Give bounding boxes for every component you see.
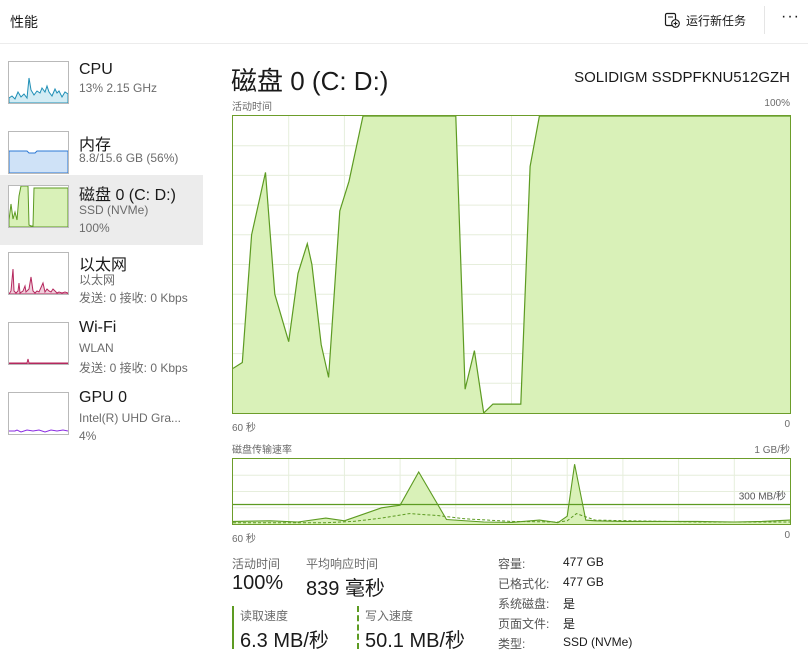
sidebar-item-wifi[interactable]: Wi-Fi WLAN 发送: 0 接收: 0 Kbps [0, 315, 203, 385]
active-time-label: 活动时间 [232, 557, 281, 571]
transfer-x-left: 60 秒 [232, 534, 256, 545]
run-new-task-button[interactable]: 运行新任务 [664, 10, 746, 30]
ethernet-thumbnail-graph [8, 252, 69, 295]
capacity-value: 477 GB [563, 555, 604, 569]
disk-title: 磁盘 0 (C: D:) [231, 66, 389, 96]
sidebar-item-cpu[interactable]: CPU 13% 2.15 GHz [0, 45, 203, 115]
disk-model: SOLIDIGM SSDPFKNU512GZH [574, 69, 790, 86]
gpu-model: Intel(R) UHD Gra... [79, 411, 182, 425]
sidebar-item-label: 磁盘 0 (C: D:) [79, 187, 176, 204]
wifi-adapter: WLAN [79, 341, 114, 355]
formatted-value: 477 GB [563, 575, 604, 589]
active-time-value: 100% [232, 572, 284, 594]
type-label: 类型: [498, 637, 526, 651]
write-speed-label: 写入速度 [365, 609, 414, 623]
more-options-icon[interactable]: ··· [781, 8, 800, 26]
sidebar-item-label: Wi-Fi [79, 319, 117, 336]
transfer-reference-label: 300 MB/秒 [739, 490, 786, 503]
gpu-usage: 4% [79, 429, 97, 443]
activity-chart-label: 活动时间 [232, 102, 272, 113]
ethernet-throughput: 发送: 0 接收: 0 Kbps [79, 291, 188, 305]
transfer-chart-label: 磁盘传输速率 [232, 445, 292, 456]
sidebar-item-label: GPU 0 [79, 389, 128, 406]
avg-response-label: 平均响应时间 [306, 557, 379, 571]
ethernet-adapter: 以太网 [79, 273, 116, 287]
write-speed-indicator [357, 606, 359, 649]
gpu-thumbnail-graph [8, 392, 69, 435]
memory-usage-summary: 8.8/15.6 GB (56%) [79, 151, 179, 165]
transfer-rate-chart: 300 MB/秒 [232, 458, 791, 525]
activity-x-right: 0 [784, 419, 790, 430]
disk-thumbnail-graph [8, 185, 69, 228]
system-disk-value: 是 [563, 597, 576, 611]
cpu-thumbnail-graph [8, 61, 69, 104]
formatted-label: 已格式化: [498, 577, 550, 591]
transfer-chart-max: 1 GB/秒 [754, 445, 790, 456]
cpu-usage-summary: 13% 2.15 GHz [79, 81, 158, 95]
read-speed-value: 6.3 MB/秒 [240, 630, 329, 652]
disk-usage: 100% [79, 221, 110, 235]
disk-type: SSD (NVMe) [79, 203, 149, 217]
type-value: SSD (NVMe) [563, 635, 633, 649]
sidebar-item-gpu-0[interactable]: GPU 0 Intel(R) UHD Gra... 4% [0, 385, 203, 455]
page-file-label: 页面文件: [498, 617, 550, 631]
wifi-thumbnail-graph [8, 322, 69, 365]
sidebar-item-label: CPU [79, 61, 113, 78]
transfer-x-right: 0 [784, 530, 790, 541]
activity-x-left: 60 秒 [232, 423, 256, 434]
activity-chart-max: 100% [764, 98, 790, 109]
wifi-throughput: 发送: 0 接收: 0 Kbps [79, 361, 188, 375]
disk-detail-panel: 磁盘 0 (C: D:) SOLIDIGM SSDPFKNU512GZH 活动时… [204, 45, 808, 659]
header-bar: 性能 运行新任务 ··· [0, 0, 808, 44]
activity-time-chart [232, 115, 791, 414]
header-divider [764, 6, 765, 34]
write-speed-value: 50.1 MB/秒 [365, 630, 466, 652]
page-title: 性能 [10, 14, 38, 30]
memory-thumbnail-graph [8, 131, 69, 174]
sidebar-item-disk-0[interactable]: 磁盘 0 (C: D:) SSD (NVMe) 100% [0, 175, 203, 245]
read-speed-indicator [232, 606, 234, 649]
avg-response-value: 839 毫秒 [306, 578, 385, 600]
run-task-icon [664, 12, 680, 28]
sidebar-item-ethernet[interactable]: 以太网 以太网 发送: 0 接收: 0 Kbps [0, 245, 203, 315]
run-task-label: 运行新任务 [686, 13, 747, 28]
capacity-label: 容量: [498, 557, 526, 571]
page-file-value: 是 [563, 617, 576, 631]
read-speed-label: 读取速度 [240, 609, 289, 623]
system-disk-label: 系统磁盘: [498, 597, 550, 611]
